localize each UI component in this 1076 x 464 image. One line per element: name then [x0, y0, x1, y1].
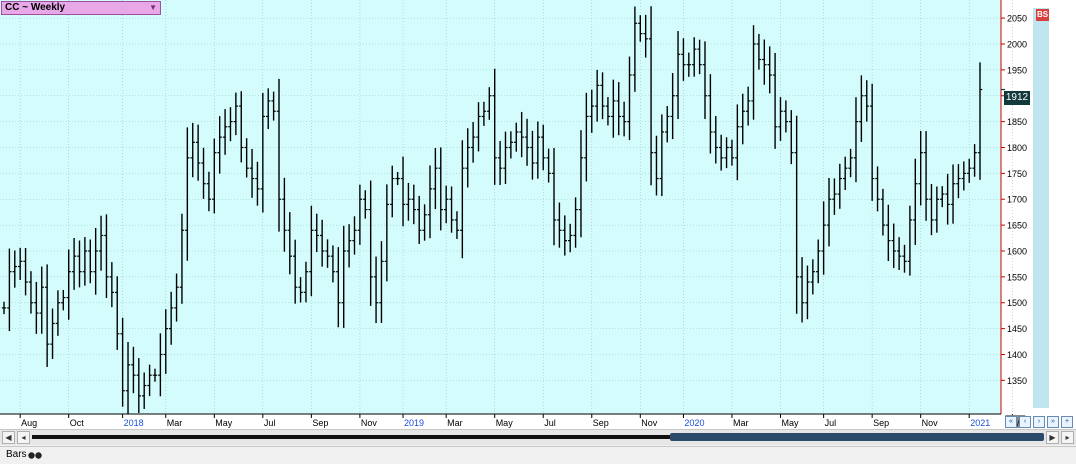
price-tick-label: 1700: [1007, 195, 1027, 205]
time-tick-label: Sep: [873, 418, 889, 428]
symbol-selector[interactable]: CC ~ Weekly ▼: [1, 1, 161, 15]
time-tick-label: Oct: [70, 418, 85, 428]
price-tick-label: 1950: [1007, 65, 1027, 75]
time-tick-label: Jul: [825, 418, 837, 428]
scroll-left-step-icon[interactable]: ◂: [17, 431, 30, 444]
time-tick-label: 2020: [684, 418, 704, 428]
price-tick-label: 1550: [1007, 272, 1027, 282]
time-tick-label: May: [781, 418, 799, 428]
time-tick-label: Sep: [312, 418, 328, 428]
price-tick-label: 2000: [1007, 39, 1027, 49]
price-tick-label: 1400: [1007, 350, 1027, 360]
scroll-right-icon[interactable]: ▶: [1046, 431, 1059, 444]
time-tick-label: Mar: [167, 418, 183, 428]
plot-background: [0, 0, 1001, 414]
time-tick-label: May: [215, 418, 233, 428]
time-tick-label: May: [496, 418, 514, 428]
time-tick-label: 2019: [404, 418, 424, 428]
price-tick-label: 1450: [1007, 324, 1027, 334]
price-tick-label: 1750: [1007, 169, 1027, 179]
price-tick-label: 1500: [1007, 298, 1027, 308]
time-tick-label: Sep: [593, 418, 609, 428]
nav-last-icon[interactable]: »: [1047, 416, 1059, 428]
nav-prev-icon[interactable]: ‹: [1019, 416, 1031, 428]
bars-label: Bars: [6, 449, 27, 460]
nav-first-icon[interactable]: «: [1005, 416, 1017, 428]
scroll-left-icon[interactable]: ◀: [2, 431, 15, 444]
symbol-label: CC ~ Weekly: [5, 2, 66, 13]
chart-window: 1350 1400 1450 1500 1550 1600 1650 1700 1750 1800…: [0, 0, 1076, 464]
status-bar: Bars: [0, 446, 1076, 464]
scroll-thumb[interactable]: [670, 433, 1044, 441]
nav-zoom-icon[interactable]: +: [1061, 416, 1073, 428]
time-tick-label: Mar: [447, 418, 463, 428]
scroll-end-icon[interactable]: ▸: [1061, 431, 1074, 444]
price-tick-label: 1350: [1007, 376, 1027, 386]
price-tick-label: 2050: [1007, 14, 1027, 24]
right-scroll-panel: [1033, 8, 1049, 408]
time-tick-label: Jul: [544, 418, 556, 428]
time-tick-label: Nov: [361, 418, 378, 428]
bars-toggle-icon[interactable]: [28, 452, 42, 459]
price-tick-label: 1850: [1007, 117, 1027, 127]
horizontal-scrollbar[interactable]: ◀ ◂ ▶ ▸: [0, 429, 1076, 445]
price-tick-label: 1650: [1007, 221, 1027, 231]
time-tick-label: 2018: [124, 418, 144, 428]
time-tick-label: Jul: [264, 418, 276, 428]
price-tick-label: 1800: [1007, 143, 1027, 153]
time-tick-label: Aug: [21, 418, 37, 428]
time-axis-panel: [0, 414, 1076, 429]
time-tick-label: Mar: [733, 418, 749, 428]
time-tick-label: Nov: [922, 418, 939, 428]
chart-plot[interactable]: 1350 1400 1450 1500 1550 1600 1650 1700 1750 1800…: [0, 0, 1076, 429]
time-tick-label: Nov: [641, 418, 658, 428]
time-tick-label: 2021: [970, 418, 990, 428]
bs-badge[interactable]: BS: [1036, 9, 1049, 21]
dropdown-arrow-icon[interactable]: ▼: [149, 2, 157, 14]
price-tick-label: 1600: [1007, 246, 1027, 256]
nav-next-icon[interactable]: ›: [1033, 416, 1045, 428]
last-price-tag: 1912: [1004, 91, 1030, 105]
